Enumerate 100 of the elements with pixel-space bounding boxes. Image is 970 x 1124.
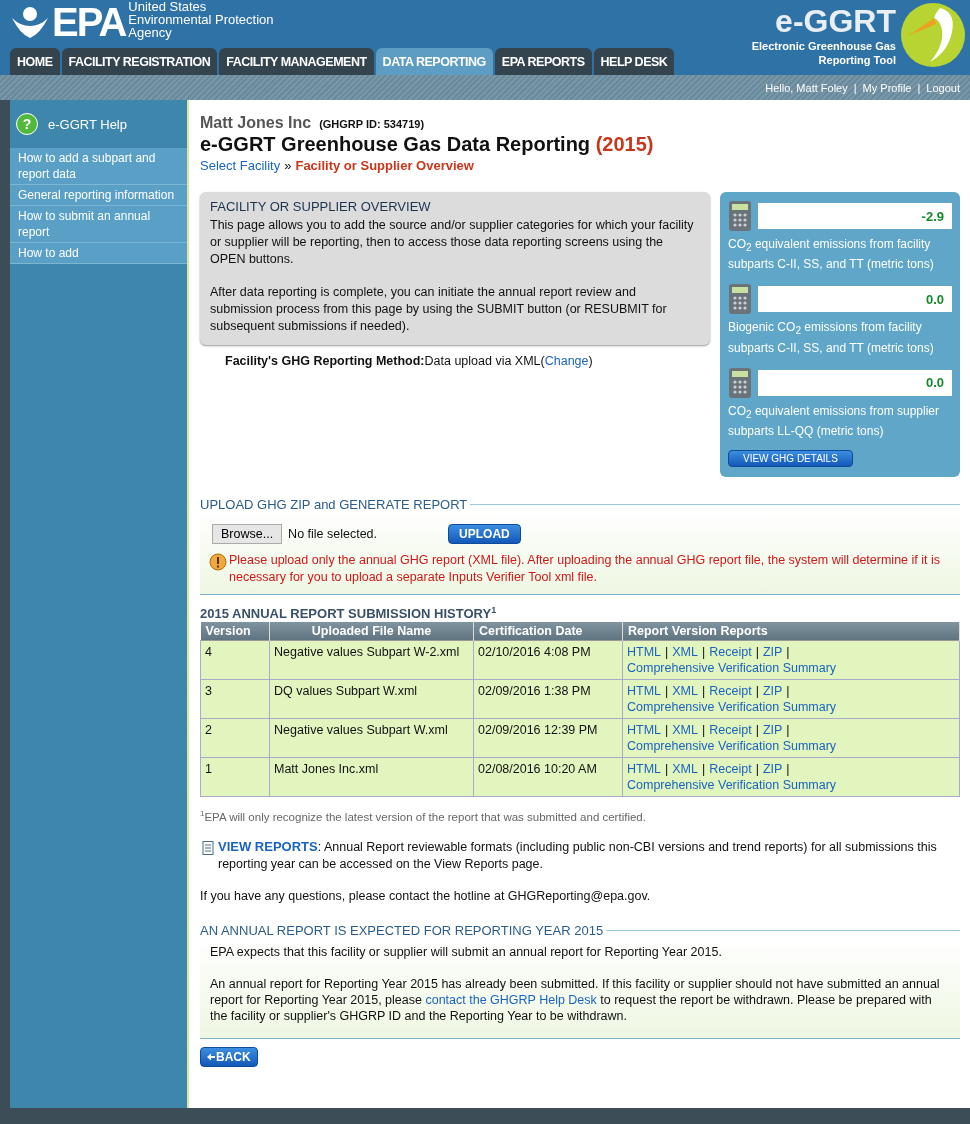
column-header: Uploaded File Name [269, 621, 474, 640]
report-link[interactable]: ZIP [762, 761, 783, 776]
emissions-label: CO$_{2}$ equivalent emissions from supplier subparts LL-QQ (metric tons) [728, 402, 940, 441]
nav-tab[interactable]: FACILITY MANAGEMENT [219, 48, 374, 75]
help-link[interactable]: How to add a subpart and report data [10, 148, 187, 185]
report-link[interactable]: Comprehensive Verification Summary [627, 738, 837, 753]
user-link[interactable]: My Profile [862, 81, 912, 94]
emissions-value-field: -2.9 [758, 203, 952, 229]
report-link[interactable]: Receipt [709, 644, 752, 659]
link-separator: | [853, 81, 857, 94]
nav-tab[interactable]: FACILITY REGISTRATION [61, 48, 218, 75]
ghgrp-id: (GHGRP ID: 534719) [319, 118, 425, 130]
annual-paragraph: EPA expects that this facility or supplier will submit an annual report for Reporting Year 2015. [210, 944, 723, 961]
app-subtitle-line: Electronic Greenhouse Gas [751, 39, 896, 53]
report-link[interactable]: HTML [627, 761, 662, 776]
view-reports-link[interactable]: VIEW REPORTS [218, 839, 318, 855]
epa-logo-text: EPA [52, 2, 126, 42]
report-link[interactable]: XML [672, 761, 698, 776]
page-title: e-GGRT Greenhouse Gas Data Reporting [200, 133, 591, 155]
calculator-icon [728, 200, 752, 232]
company-name: Matt Jones Inc [200, 114, 312, 132]
report-link[interactable]: Receipt [709, 761, 752, 776]
browse-button[interactable]: Browse... [212, 524, 283, 545]
upload-button[interactable]: UPLOAD [448, 524, 521, 545]
change-link[interactable]: Change [544, 354, 589, 368]
report-link[interactable]: ZIP [762, 683, 783, 698]
link-separator: | [665, 722, 669, 737]
link-separator: | [786, 761, 790, 776]
link-separator: | [702, 683, 706, 698]
report-link[interactable]: Comprehensive Verification Summary [627, 699, 837, 714]
help-link[interactable]: How to add [10, 243, 187, 264]
emissions-value-field: 0.0 [758, 369, 952, 396]
help-desk-link[interactable]: contact the GHGRP Help Desk [425, 993, 597, 1008]
table-cell: 02/09/2016 12:39 PM [473, 718, 623, 757]
calculator-icon [728, 366, 752, 399]
link-separator: | [786, 644, 790, 659]
user-link[interactable]: Logout [926, 81, 960, 94]
agency-name-line: United States [128, 0, 208, 13]
section-heading: AN ANNUAL REPORT IS EXPECTED FOR REPORTING YEAR 2015 [200, 923, 604, 939]
app-subtitle-line: Reporting Tool [818, 53, 896, 67]
method-value: Data upload via XML [424, 354, 541, 368]
emissions-value-field: 0.0 [758, 286, 952, 313]
nav-tab[interactable]: HELP DESK [593, 48, 675, 75]
link-separator: | [786, 683, 790, 698]
link-separator: | [755, 722, 759, 737]
report-link[interactable]: XML [672, 644, 698, 659]
annual-paragraph: An annual report for Reporting Year 2015 has already been submitted. If this facility or supplier should not have submitted an annual report for Reporting Year 2015, please contact the GHGRP Help Desk to request the report be withdrawn. Please be prepared with the facility or supplier's GHGRP ID and the Reporting Year to be withdrawn. [210, 976, 941, 1025]
contact-text: If you have any questions, please contact the hotline at GHGReporting@epa.gov. [200, 889, 652, 904]
link-separator: | [702, 644, 706, 659]
report-link[interactable]: HTML [627, 644, 662, 659]
report-link[interactable]: Comprehensive Verification Summary [627, 660, 837, 675]
report-link[interactable]: Comprehensive Verification Summary [627, 777, 837, 792]
flower-logo-icon [10, 4, 50, 40]
help-link[interactable]: General reporting information [10, 185, 187, 206]
nav-tab[interactable]: DATA REPORTING [375, 48, 493, 75]
help-icon: ? [16, 113, 38, 135]
view-details-button[interactable]: VIEW GHG DETAILS [728, 450, 853, 468]
link-separator: | [665, 644, 669, 659]
report-link[interactable]: XML [672, 722, 698, 737]
parenthesis: ) [588, 354, 593, 368]
table-cell: 3 [200, 679, 270, 718]
report-link[interactable]: XML [672, 683, 698, 698]
history-title: 2015 ANNUAL REPORT SUBMISSION HISTORY$^{1}$ [200, 605, 498, 622]
link-separator: | [702, 722, 706, 737]
sidebar-title: e-GGRT Help [48, 116, 127, 132]
column-header: Report Version Reports [622, 621, 960, 640]
table-cell: DQ values Subpart W.xml [269, 679, 474, 718]
bird-logo-drawing [900, 2, 966, 68]
section-heading: UPLOAD GHG ZIP and GENERATE REPORT [200, 497, 468, 513]
overview-paragraph: After data reporting is complete, you can initiate the annual report review and submission process from this page by using the SUBMIT button (or RESUBMIT for subsequent submissions if needed). [210, 284, 668, 335]
report-link[interactable]: HTML [627, 683, 662, 698]
parenthesis: ( [540, 354, 545, 368]
report-link[interactable]: Receipt [709, 683, 752, 698]
link-separator: | [702, 761, 706, 776]
report-link[interactable]: ZIP [762, 644, 783, 659]
file-status: No file selected. [288, 527, 379, 542]
breadcrumb-link[interactable]: Select Facility [200, 158, 281, 173]
help-link[interactable]: How to submit an annual report [10, 206, 187, 243]
table-cell: Negative values Subpart W.xml [269, 718, 474, 757]
link-separator: | [917, 81, 921, 94]
view-reports-paragraph: VIEW REPORTS: Annual Report reviewable formats (including public non-CBI versions and trend reports) for all submissions this reporting year can be accessed on the View Reports page. [218, 838, 938, 874]
column-header: Version [200, 621, 270, 640]
agency-name-line: Agency [128, 25, 173, 39]
nav-tab[interactable]: EPA REPORTS [494, 48, 592, 75]
link-separator: | [786, 722, 790, 737]
emissions-label: CO$_{2}$ equivalent emissions from facility subparts C-II, SS, and TT (metric tons) [728, 236, 935, 274]
footnote: $^{1}$EPA will only recognize the latest version of the report that was submitted and certified. [200, 808, 647, 823]
nav-tab[interactable]: HOME [10, 48, 60, 75]
report-link[interactable]: ZIP [762, 722, 783, 737]
link-separator: | [665, 683, 669, 698]
table-cell: 02/10/2016 4:08 PM [473, 640, 623, 679]
method-label: Facility's GHG Reporting Method: [225, 354, 425, 368]
back-button[interactable]: BACK [200, 1047, 258, 1068]
document-icon [202, 841, 214, 856]
overview-heading: FACILITY OR SUPPLIER OVERVIEW [210, 199, 432, 214]
report-link[interactable]: Receipt [709, 722, 752, 737]
report-link[interactable]: HTML [627, 722, 662, 737]
column-header: Certification Date [473, 621, 623, 640]
agency-name-line: Environmental Protection [128, 12, 274, 26]
back-arrow-icon [207, 1053, 215, 1062]
